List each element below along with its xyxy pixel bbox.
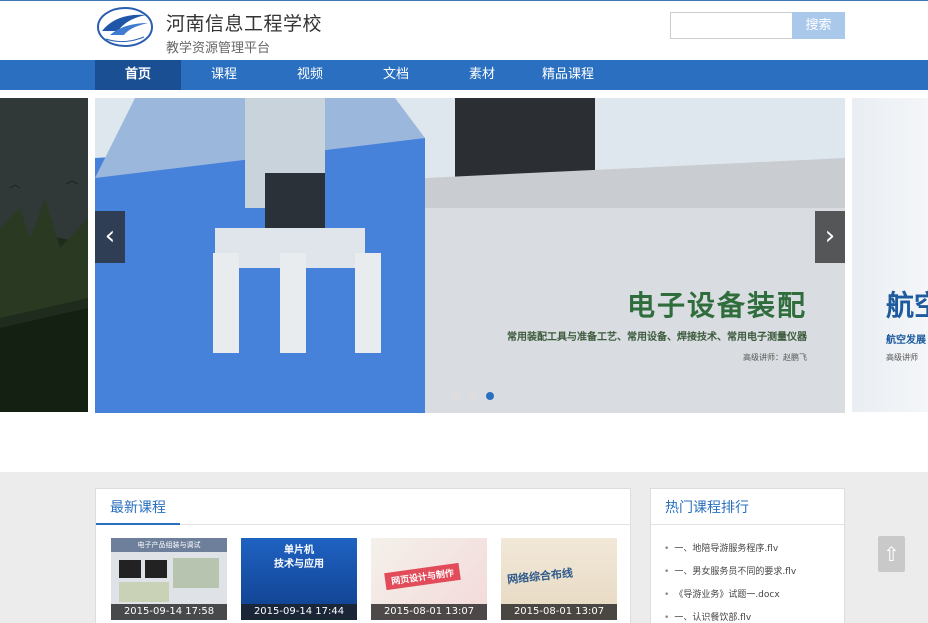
nav-item-videos[interactable]: 视频 — [267, 60, 353, 90]
carousel-slide-previous[interactable] — [0, 98, 88, 412]
panel-header: 最新课程 — [96, 489, 630, 525]
carousel-slide-next[interactable]: 航空 航空发展 高级讲师 — [852, 98, 928, 412]
nav-item-documents[interactable]: 文档 — [353, 60, 439, 90]
latest-courses-title: 最新课程 — [110, 500, 166, 516]
course-caption: 网页设计与制作 — [384, 562, 461, 591]
course-date: 2015-08-01 13:07 — [371, 604, 487, 620]
carousel-dot[interactable] — [452, 392, 460, 400]
latest-courses-panel: 最新课程 电子产品组装与调试 2015-09-14 17:58 单片机 技术与应… — [95, 488, 631, 623]
school-emblem-icon[interactable] — [96, 5, 154, 49]
panel-header: 热门课程排行 — [651, 489, 844, 525]
nav-item-materials[interactable]: 素材 — [439, 60, 525, 90]
platform-name: 教学资源管理平台 — [166, 41, 271, 56]
site-header: 河南信息工程学校 教学资源管理平台 搜索 — [0, 0, 928, 60]
nav-item-home[interactable]: 首页 — [95, 60, 181, 90]
course-card[interactable]: 网页设计与制作 2015-08-01 13:07 — [371, 538, 487, 620]
main-nav: 首页 课程 视频 文档 素材 精品课程 — [0, 60, 928, 91]
list-item[interactable]: • 一、认识餐饮部.flv — [664, 610, 751, 623]
nav-item-courses[interactable]: 课程 — [181, 60, 267, 90]
course-date: 2015-08-01 13:07 — [501, 604, 617, 620]
panel-underline — [96, 523, 180, 525]
next-slide-subtitle: 航空发展 — [886, 335, 926, 346]
course-date: 2015-09-14 17:58 — [111, 604, 227, 620]
list-item[interactable]: • 一、男女服务员不同的要求.flv — [664, 564, 796, 577]
list-item[interactable]: • 一、地陪导游服务程序.flv — [664, 541, 778, 554]
search-button[interactable]: 搜索 — [792, 12, 845, 39]
hot-ranking-panel: 热门课程排行 • 一、地陪导游服务程序.flv • 一、男女服务员不同的要求.flv… — [650, 488, 845, 623]
nav-item-featured-courses[interactable]: 精品课程 — [525, 60, 611, 90]
course-card[interactable]: 电子产品组装与调试 2015-09-14 17:58 — [111, 538, 227, 620]
next-slide-teacher: 高级讲师 — [886, 353, 918, 362]
course-caption: 单片机 技术与应用 — [274, 545, 324, 570]
slide-teacher: 高级讲师：赵鹏飞 — [743, 353, 807, 362]
carousel-indicators — [452, 385, 498, 404]
next-slide-title: 航空 — [886, 289, 928, 322]
chevron-left-icon[interactable]: ‹ — [95, 211, 125, 263]
course-caption: 网络综合布线 — [506, 566, 574, 587]
course-card[interactable]: 网络综合布线 2015-08-01 13:07 — [501, 538, 617, 620]
course-date: 2015-09-14 17:44 — [241, 604, 357, 620]
carousel-dot[interactable] — [469, 392, 478, 400]
slide-subtitle: 常用装配工具与准备工艺、常用设备、焊接技术、常用电子测量仪器 — [507, 332, 807, 343]
back-to-top-icon[interactable]: ⇧ — [878, 536, 905, 572]
bullet-icon: • — [664, 590, 670, 600]
bullet-icon: • — [664, 544, 670, 554]
school-name: 河南信息工程学校 — [166, 13, 323, 35]
bullet-icon: • — [664, 567, 670, 577]
course-card[interactable]: 单片机 技术与应用 2015-09-14 17:44 — [241, 538, 357, 620]
bullet-icon: • — [664, 613, 670, 623]
chevron-right-icon[interactable]: › — [815, 211, 845, 263]
search-input[interactable] — [670, 12, 792, 39]
slide-title: 电子设备装配 — [626, 289, 807, 322]
list-item[interactable]: • 《导游业务》试题一.docx — [664, 587, 780, 600]
hot-ranking-title: 热门课程排行 — [665, 500, 749, 516]
carousel-slide-active[interactable]: 电子设备装配 常用装配工具与准备工艺、常用设备、焊接技术、常用电子测量仪器 高级… — [95, 98, 845, 413]
carousel-dot-active[interactable] — [486, 392, 495, 400]
